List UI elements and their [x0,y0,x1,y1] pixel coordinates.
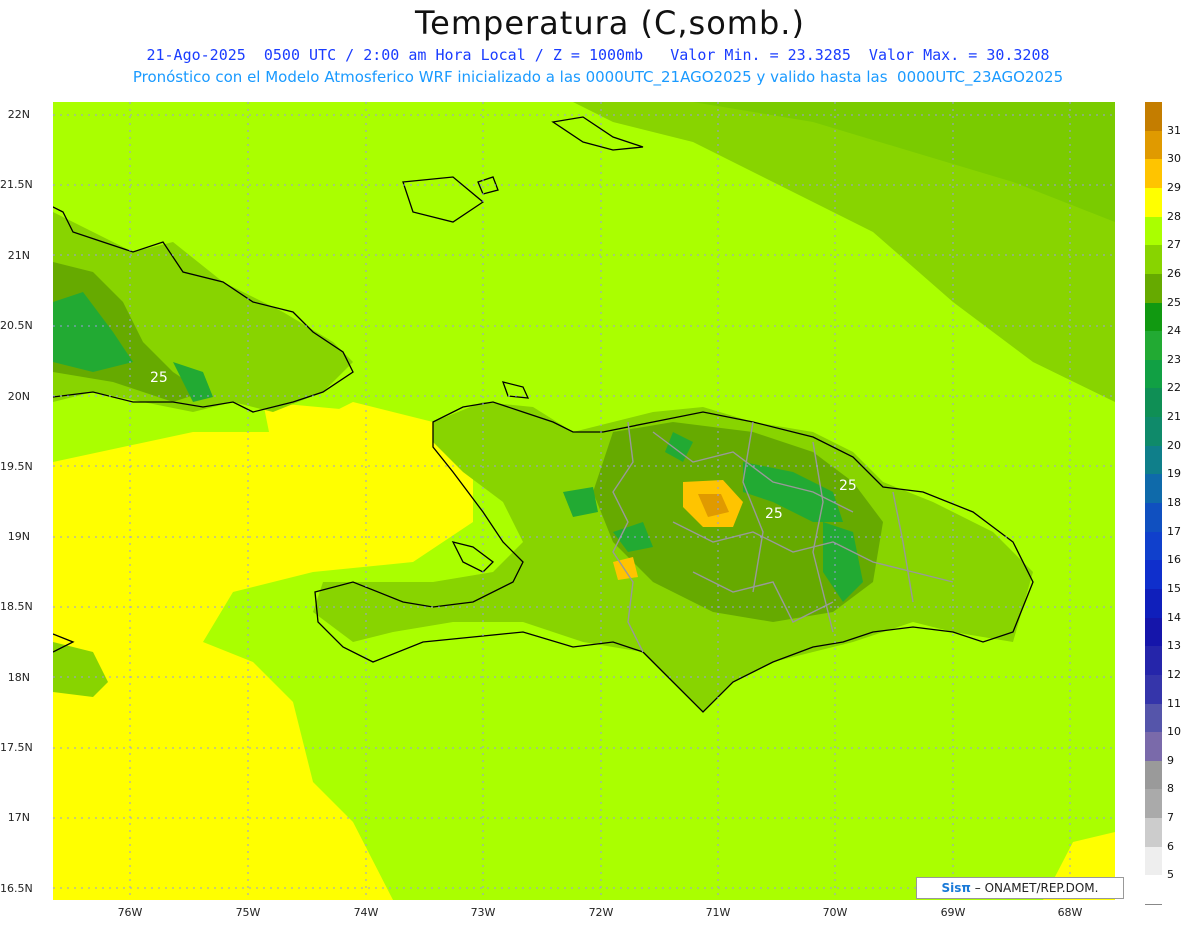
map-title: Temperatura (C,somb.) [415,4,805,42]
colorbar-cell [1145,359,1162,389]
colorbar-cell [1145,417,1162,447]
colorbar-label: 15 [1167,581,1181,595]
colorbar-label: 14 [1167,610,1181,624]
contour-label: 25 [150,370,168,386]
lat-tick-label: 19N [7,530,30,543]
contour-label: 25 [765,506,783,522]
lon-tick-label: 75W [235,906,261,919]
colorbar-cell [1145,875,1162,906]
colorbar-cell [1145,102,1162,132]
colorbar-label: 16 [1167,553,1181,567]
colorbar-label: 12 [1167,667,1181,681]
colorbar-label: 17 [1167,524,1181,538]
map-panel[interactable]: 25 25 25 [53,102,1115,900]
colorbar-label: 13 [1167,639,1181,653]
lat-tick-label: 21.5N [0,178,33,191]
colorbar-label: 30 [1167,152,1181,166]
sispi-logo: Sisπ [941,881,971,895]
colorbar-cell [1145,789,1162,819]
colorbar-label: 18 [1167,496,1181,509]
subtitle-model-info: Pronóstico con el Modelo Atmosferico WRF… [132,68,1064,86]
colorbar-cell [1145,216,1162,246]
colorbar-label: 26 [1167,266,1181,280]
colorbar-label: 5 [1167,868,1174,882]
lon-tick-label: 69W [940,906,966,919]
colorbar-label: 27 [1167,238,1181,252]
temperature-map: 25 25 25 [53,102,1115,900]
colorbar-cell [1145,388,1162,418]
lat-tick-label: 22N [7,108,30,121]
colorbar-cell [1145,646,1162,676]
colorbar-label: 23 [1167,352,1181,366]
credit-text: – ONAMET/REP.DOM. [974,881,1099,895]
colorbar-label: 22 [1167,381,1181,395]
colorbar-cell [1145,474,1162,504]
colorbar [1145,102,1162,906]
subtitle-valid-time: 21-Ago-2025 0500 UTC / 2:00 am Hora Loca… [146,46,1050,64]
colorbar-label: 31 [1167,123,1181,137]
colorbar-cell [1145,846,1162,876]
credit-box: Sisπ – ONAMET/REP.DOM. [916,877,1124,899]
colorbar-label: 28 [1167,209,1181,223]
colorbar-cell [1145,674,1162,704]
lat-tick-label: 20N [7,390,30,403]
lat-tick-label: 18N [7,671,30,684]
colorbar-label: 11 [1167,696,1181,710]
lat-tick-label: 20.5N [0,319,33,332]
lon-tick-label: 68W [1057,906,1083,919]
colorbar-label: 10 [1167,725,1181,739]
lat-tick-label: 21N [7,249,30,262]
colorbar-cell [1145,703,1162,733]
lon-tick-label: 71W [705,906,731,919]
colorbar-label: 19 [1167,467,1181,481]
lat-tick-label: 18.5N [0,600,33,613]
colorbar-cell [1145,302,1162,332]
colorbar-label: 20 [1167,438,1181,452]
colorbar-label: 9 [1167,753,1174,767]
colorbar-label: 29 [1167,180,1181,194]
lon-tick-label: 70W [822,906,848,919]
lon-tick-label: 74W [353,906,379,919]
colorbar-cell [1145,187,1162,218]
colorbar-label: 7 [1167,811,1174,825]
lon-tick-label: 76W [117,906,143,919]
colorbar-cell [1145,503,1162,533]
contour-label: 25 [839,478,857,494]
colorbar-label: 6 [1167,839,1174,853]
lat-tick-label: 17.5N [0,741,33,754]
colorbar-cell [1145,531,1162,561]
lat-tick-label: 17N [7,811,30,824]
colorbar-cell [1145,159,1162,189]
colorbar-label: 8 [1167,782,1174,796]
colorbar-cell [1145,818,1162,848]
colorbar-cell [1145,732,1162,762]
colorbar-label: 21 [1167,410,1181,424]
colorbar-label: 24 [1167,324,1181,338]
colorbar-cell [1145,445,1162,475]
colorbar-cell [1145,588,1162,619]
lat-tick-label: 16.5N [0,882,33,895]
colorbar-cell [1145,130,1162,160]
colorbar-cell [1145,273,1162,303]
colorbar-cell [1145,245,1162,275]
lon-tick-label: 73W [470,906,496,919]
colorbar-cell [1145,331,1162,361]
colorbar-cell [1145,560,1162,590]
colorbar-label: 25 [1167,295,1181,309]
lat-tick-label: 19.5N [0,460,33,473]
lon-tick-label: 72W [588,906,614,919]
colorbar-cell [1145,617,1162,647]
colorbar-cell [1145,760,1162,790]
